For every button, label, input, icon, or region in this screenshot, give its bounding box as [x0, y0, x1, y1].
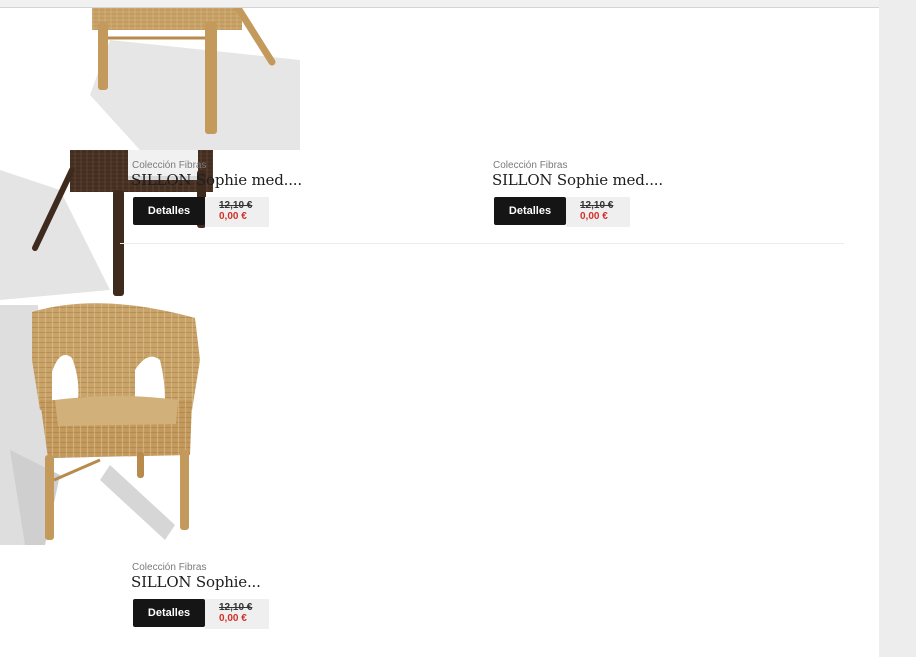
details-button[interactable]: Detalles	[133, 197, 205, 225]
natural-rattan-chair-image	[0, 0, 300, 150]
product-card: Colección Fibras SILLON Sophie... Detall…	[0, 300, 916, 629]
page-right-gutter	[879, 0, 916, 657]
natural-rattan-chair-image	[0, 300, 205, 545]
row-divider	[120, 243, 844, 244]
price-box: 12,10 € 0,00 €	[566, 197, 630, 227]
price-sale: 0,00 €	[219, 211, 247, 222]
product-collection: Colección Fibras	[132, 160, 207, 171]
details-button[interactable]: Detalles	[494, 197, 566, 225]
price-sale: 0,00 €	[580, 211, 608, 222]
browser-top-edge	[0, 0, 879, 8]
product-image[interactable]	[0, 300, 205, 545]
product-collection: Colección Fibras	[493, 160, 568, 171]
product-card: Colección Fibras SILLON Sophie med.... D…	[0, 0, 916, 227]
product-image[interactable]	[0, 0, 300, 150]
product-title[interactable]: SILLON Sophie med....	[492, 171, 663, 189]
product-collection: Colección Fibras	[132, 562, 207, 573]
price-box: 12,10 € 0,00 €	[205, 197, 269, 227]
details-button[interactable]: Detalles	[133, 599, 205, 627]
price-original: 12,10 €	[219, 200, 253, 211]
price-original: 12,10 €	[580, 200, 614, 211]
product-title[interactable]: SILLON Sophie...	[131, 573, 261, 591]
product-title[interactable]: SILLON Sophie med....	[131, 171, 302, 189]
price-box: 12,10 € 0,00 €	[205, 599, 269, 629]
price-original: 12,10 €	[219, 602, 253, 613]
price-sale: 0,00 €	[219, 613, 247, 624]
